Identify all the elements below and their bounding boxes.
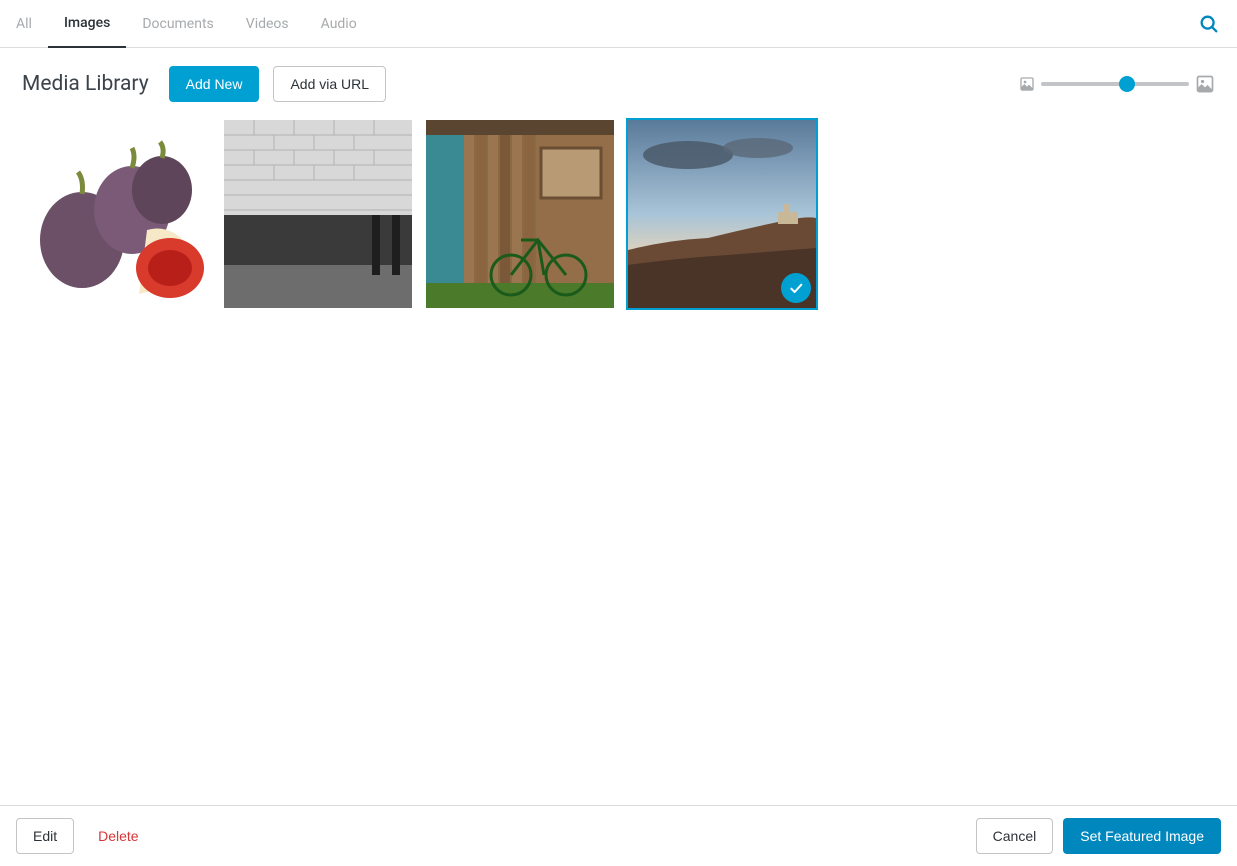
tab-images[interactable]: Images [48, 0, 126, 48]
page-title: Media Library [22, 72, 149, 96]
add-new-button[interactable]: Add New [169, 66, 260, 102]
thumbnail-small-icon [1019, 76, 1035, 92]
tab-audio[interactable]: Audio [305, 0, 373, 48]
tab-videos[interactable]: Videos [230, 0, 305, 48]
add-via-url-button[interactable]: Add via URL [273, 66, 386, 102]
size-slider-track[interactable] [1041, 82, 1189, 86]
filter-tabs: All Images Documents Videos Audio [0, 0, 1237, 48]
thumb-figs [22, 120, 210, 308]
search-icon [1198, 13, 1220, 35]
size-slider-thumb[interactable] [1119, 76, 1135, 92]
media-grid [0, 120, 1237, 308]
media-item[interactable] [426, 120, 614, 308]
thumb-barn-bike [426, 120, 614, 308]
thumbnail-size-slider [1019, 74, 1215, 94]
edit-button[interactable]: Edit [16, 818, 74, 854]
toolbar: Media Library Add New Add via URL [0, 48, 1237, 120]
tab-all[interactable]: All [16, 0, 48, 48]
footer-bar: Edit Delete Cancel Set Featured Image [0, 805, 1237, 866]
search-button[interactable] [1197, 12, 1221, 36]
delete-button[interactable]: Delete [86, 819, 150, 853]
cancel-button[interactable]: Cancel [976, 818, 1054, 854]
media-item[interactable] [224, 120, 412, 308]
check-icon [788, 280, 804, 296]
media-item[interactable] [628, 120, 816, 308]
media-item[interactable] [22, 120, 210, 308]
thumb-bw-wall [224, 120, 412, 308]
selected-check-badge [781, 273, 811, 303]
tab-documents[interactable]: Documents [126, 0, 229, 48]
set-featured-image-button[interactable]: Set Featured Image [1063, 818, 1221, 854]
thumbnail-large-icon [1195, 74, 1215, 94]
